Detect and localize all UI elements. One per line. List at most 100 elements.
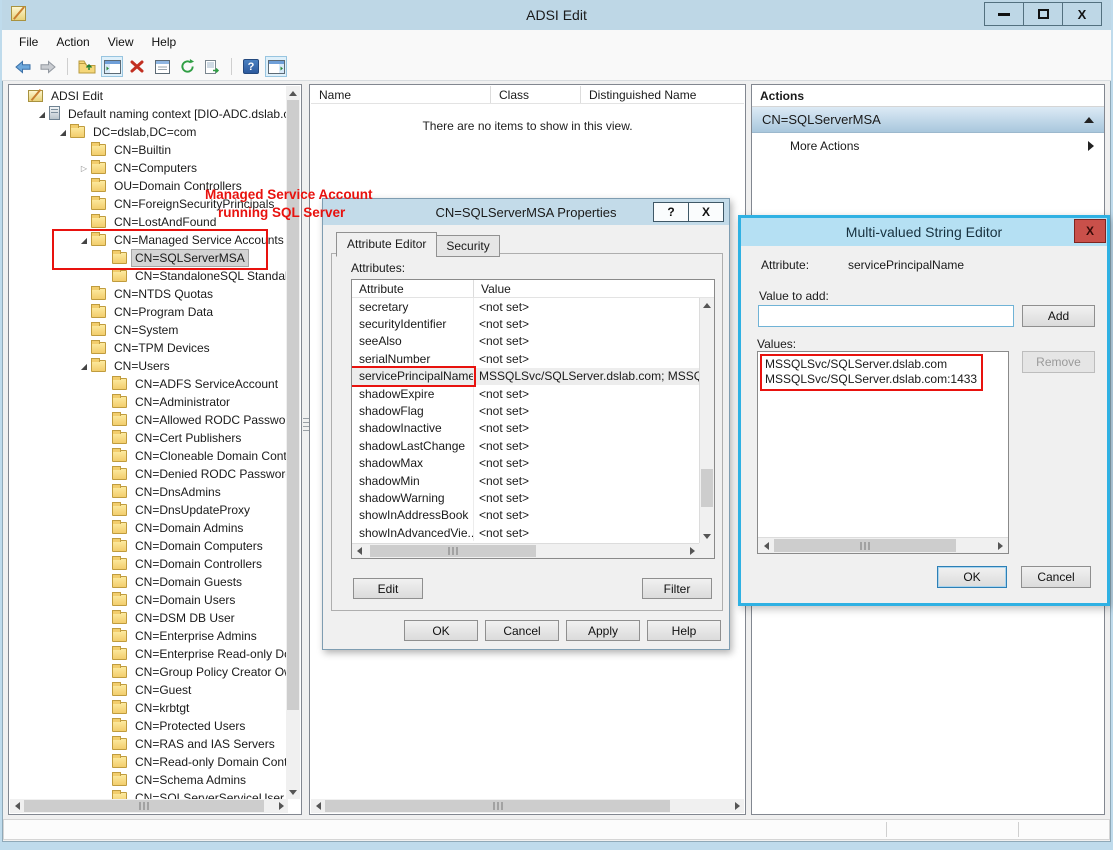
- ok-button[interactable]: OK: [404, 620, 478, 641]
- value-column-header[interactable]: Value: [474, 280, 714, 297]
- tree-item[interactable]: CN=Guest: [11, 681, 287, 699]
- scroll-up-icon[interactable]: [286, 86, 300, 100]
- tree-item[interactable]: CN=Schema Admins: [11, 771, 287, 789]
- tree-item[interactable]: CN=Domain Computers: [11, 537, 287, 555]
- tree-item[interactable]: CN=Users: [11, 357, 287, 375]
- tree-item[interactable]: CN=RAS and IAS Servers: [11, 735, 287, 753]
- scroll-right-icon[interactable]: [685, 544, 699, 558]
- back-icon[interactable]: [12, 56, 34, 77]
- mvse-titlebar[interactable]: Multi-valued String Editor: [741, 218, 1107, 246]
- tree-item[interactable]: CN=Domain Users: [11, 591, 287, 609]
- properties-icon[interactable]: [151, 56, 173, 77]
- tree-item[interactable]: Default naming context [DIO-ADC.dslab.co…: [11, 105, 287, 123]
- shadowMax[interactable]: shadowMax <not set>: [352, 455, 699, 472]
- shadowFlag[interactable]: shadowFlag <not set>: [352, 402, 699, 419]
- attribute-list-horizontal-scrollbar[interactable]: [352, 543, 699, 558]
- value-to-add-input[interactable]: [758, 305, 1014, 327]
- mvse-ok-button[interactable]: OK: [937, 566, 1007, 588]
- tree-item[interactable]: CN=Computers: [11, 159, 287, 177]
- tab-security[interactable]: Security: [436, 235, 499, 257]
- tree-item[interactable]: CN=ADFS ServiceAccount: [11, 375, 287, 393]
- values-list[interactable]: MSSQLSvc/SQLServer.dslab.com MSSQLSvc/SQ…: [757, 351, 1009, 554]
- scroll-left-icon[interactable]: [10, 799, 24, 813]
- scrollbar-thumb[interactable]: [325, 800, 670, 812]
- tree-horizontal-scrollbar[interactable]: [10, 799, 288, 813]
- shadowInactive[interactable]: shadowInactive <not set>: [352, 420, 699, 437]
- scrollbar-thumb[interactable]: [701, 469, 713, 507]
- expander-icon[interactable]: [78, 362, 90, 371]
- tree-item[interactable]: DC=dslab,DC=com: [11, 123, 287, 141]
- mvse-close-button[interactable]: [1074, 219, 1106, 243]
- scroll-left-icon[interactable]: [352, 544, 366, 558]
- filter-button[interactable]: Filter: [642, 578, 712, 599]
- tree-item[interactable]: CN=Read-only Domain Controller: [11, 753, 287, 771]
- tree-item[interactable]: CN=Administrator: [11, 393, 287, 411]
- scroll-left-icon[interactable]: [311, 799, 325, 813]
- scroll-up-icon[interactable]: [700, 298, 714, 312]
- attribute-list-vertical-scrollbar[interactable]: [699, 298, 714, 543]
- tab-attribute-editor[interactable]: Attribute Editor: [336, 232, 437, 257]
- shadowExpire[interactable]: shadowExpire <not set>: [352, 385, 699, 402]
- show-console-tree-icon[interactable]: [101, 56, 123, 77]
- tree-item[interactable]: CN=Cert Publishers: [11, 429, 287, 447]
- expander-icon[interactable]: [57, 128, 69, 137]
- tree-item[interactable]: CN=NTDS Quotas: [11, 285, 287, 303]
- collapse-icon[interactable]: [1084, 117, 1094, 123]
- securityIdentifier[interactable]: securityIdentifier <not set>: [352, 315, 699, 332]
- servicePrincipalName[interactable]: servicePrincipalName MSSQLSvc/SQLServer.…: [352, 368, 699, 385]
- tree-item[interactable]: CN=Builtin: [11, 141, 287, 159]
- dialog-help-button[interactable]: [653, 202, 689, 222]
- apply-button[interactable]: Apply: [566, 620, 640, 641]
- column-header[interactable]: Distinguished Name: [581, 86, 744, 103]
- menu-item[interactable]: Help: [143, 32, 186, 52]
- scrollbar-thumb[interactable]: [774, 539, 956, 552]
- scroll-down-icon[interactable]: [700, 529, 714, 543]
- up-one-level-icon[interactable]: [76, 56, 98, 77]
- tree-item[interactable]: CN=Enterprise Read-only Domain: [11, 645, 287, 663]
- menu-item[interactable]: Action: [47, 32, 98, 52]
- tree-item[interactable]: CN=DSM DB User: [11, 609, 287, 627]
- shadowLastChange[interactable]: shadowLastChange <not set>: [352, 437, 699, 454]
- showInAdvancedVie...[interactable]: showInAdvancedVie... <not set>: [352, 524, 699, 541]
- tree-item[interactable]: CN=Denied RODC Password Repli: [11, 465, 287, 483]
- tree-item[interactable]: CN=Domain Admins: [11, 519, 287, 537]
- expander-icon[interactable]: [36, 110, 48, 119]
- dialog-close-button[interactable]: [688, 202, 724, 222]
- tree-item[interactable]: CN=Domain Controllers: [11, 555, 287, 573]
- tree-item[interactable]: CN=DnsAdmins: [11, 483, 287, 501]
- help-button[interactable]: Help: [647, 620, 721, 641]
- shadowWarning[interactable]: shadowWarning <not set>: [352, 489, 699, 506]
- scrollbar-thumb[interactable]: [370, 545, 536, 557]
- edit-button[interactable]: Edit: [353, 578, 423, 599]
- showInAddressBook[interactable]: showInAddressBook <not set>: [352, 507, 699, 524]
- value-item[interactable]: MSSQLSvc/SQLServer.dslab.com:1433: [765, 372, 977, 387]
- tree-item[interactable]: CN=Group Policy Creator Owners: [11, 663, 287, 681]
- scroll-right-icon[interactable]: [992, 538, 1008, 553]
- tree-item[interactable]: CN=Program Data: [11, 303, 287, 321]
- scrollbar-thumb[interactable]: [24, 800, 264, 812]
- title-bar[interactable]: ADSI Edit: [2, 0, 1111, 30]
- help-icon[interactable]: [240, 56, 262, 77]
- expander-icon[interactable]: [78, 164, 90, 173]
- show-action-pane-icon[interactable]: [265, 56, 287, 77]
- delete-icon[interactable]: [126, 56, 148, 77]
- scroll-right-icon[interactable]: [274, 799, 288, 813]
- mvse-cancel-button[interactable]: Cancel: [1021, 566, 1091, 588]
- list-horizontal-scrollbar[interactable]: [311, 799, 744, 813]
- menu-item[interactable]: File: [10, 32, 47, 52]
- scroll-down-icon[interactable]: [286, 785, 300, 799]
- tree-item[interactable]: ADSI Edit: [11, 87, 287, 105]
- minimize-button[interactable]: [984, 2, 1024, 26]
- tree-item[interactable]: CN=Enterprise Admins: [11, 627, 287, 645]
- tree-item[interactable]: CN=Protected Users: [11, 717, 287, 735]
- tree-item[interactable]: CN=SQLServerServiceUser: [11, 789, 287, 799]
- actions-group-header[interactable]: CN=SQLServerMSA: [752, 107, 1104, 133]
- forward-icon[interactable]: [37, 56, 59, 77]
- attribute-column-header[interactable]: Attribute: [352, 280, 474, 297]
- export-list-icon[interactable]: [201, 56, 223, 77]
- tree-item[interactable]: CN=DnsUpdateProxy: [11, 501, 287, 519]
- tree-item[interactable]: CN=Cloneable Domain Controller: [11, 447, 287, 465]
- value-item[interactable]: MSSQLSvc/SQLServer.dslab.com: [765, 357, 977, 372]
- maximize-button[interactable]: [1023, 2, 1063, 26]
- column-header[interactable]: Class: [491, 86, 581, 103]
